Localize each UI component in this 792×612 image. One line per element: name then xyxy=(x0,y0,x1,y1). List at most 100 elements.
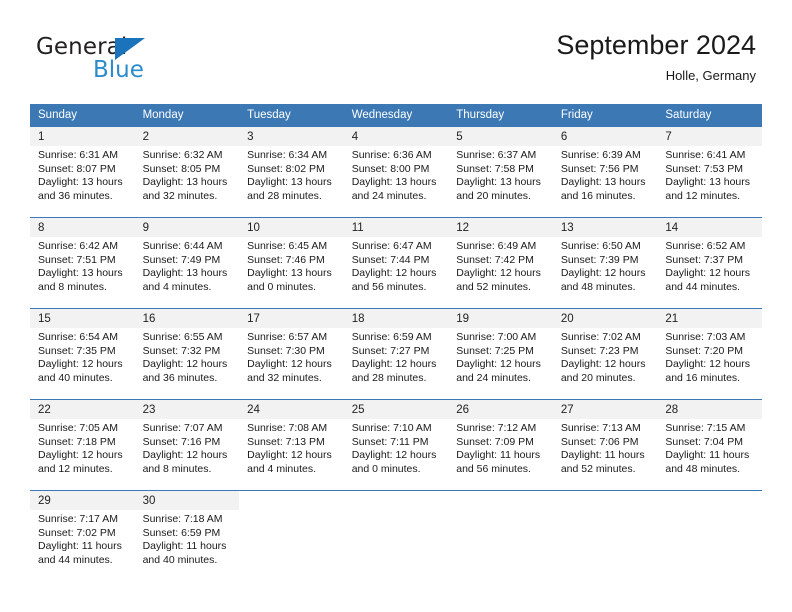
sunset-time: Sunset: 7:11 PM xyxy=(351,435,429,448)
day-details: Sunrise: 6:36 AM Sunset: 8:00 PM Daylight:… xyxy=(344,146,449,203)
calendar-day-cell[interactable]: 15 Sunrise: 6:54 AM Sunset: 7:35 PM Dayligh… xyxy=(30,308,135,400)
daylight-duration-line1: Daylight: 13 hours xyxy=(142,267,228,280)
daylight-duration-line2: and 36 minutes. xyxy=(38,189,113,202)
day-box: 30 Sunrise: 7:18 AM Sunset: 6:59 PM Dayligh… xyxy=(134,491,240,581)
sunrise-time: Sunrise: 6:41 AM xyxy=(665,149,746,161)
calendar-day-cell[interactable]: 11 Sunrise: 6:47 AM Sunset: 7:44 PM Dayligh… xyxy=(343,217,449,309)
sunset-time: Sunset: 7:16 PM xyxy=(142,435,221,448)
calendar-day-cell[interactable]: 30 Sunrise: 7:18 AM Sunset: 6:59 PM Dayligh… xyxy=(134,490,240,581)
day-box: 18 Sunrise: 6:59 AM Sunset: 7:27 PM Dayligh… xyxy=(343,309,449,399)
daylight-duration-line2: and 12 minutes. xyxy=(665,189,741,202)
daylight-duration-line1: Daylight: 12 hours xyxy=(247,358,332,371)
day-details: Sunrise: 6:55 AM Sunset: 7:32 PM Daylight:… xyxy=(135,328,240,385)
daylight-duration-line1: Daylight: 13 hours xyxy=(247,176,332,189)
calendar-day-cell[interactable]: 24 Sunrise: 7:08 AM Sunset: 7:13 PM Dayligh… xyxy=(239,399,344,491)
calendar-day-cell[interactable]: 9 Sunrise: 6:44 AM Sunset: 7:49 PM Daylight… xyxy=(134,217,240,309)
day-box: 10 Sunrise: 6:45 AM Sunset: 7:46 PM Dayligh… xyxy=(239,218,344,308)
day-number: 18 xyxy=(343,309,449,328)
general-blue-logo[interactable]: General Blue xyxy=(36,34,216,86)
calendar-day-cell[interactable]: 25 Sunrise: 7:10 AM Sunset: 7:11 PM Dayligh… xyxy=(343,399,449,491)
day-box: 9 Sunrise: 6:44 AM Sunset: 7:49 PM Daylight… xyxy=(134,218,240,308)
calendar-day-cell[interactable]: 21 Sunrise: 7:03 AM Sunset: 7:20 PM Dayligh… xyxy=(657,308,762,400)
daylight-duration-line1: Daylight: 12 hours xyxy=(456,358,541,371)
daylight-duration-line2: and 48 minutes. xyxy=(665,462,741,475)
calendar-day-cell[interactable]: 26 Sunrise: 7:12 AM Sunset: 7:09 PM Dayligh… xyxy=(448,399,553,491)
daylight-duration-line1: Daylight: 13 hours xyxy=(142,176,228,189)
sunrise-time: Sunrise: 6:42 AM xyxy=(38,240,118,252)
day-details: Sunrise: 6:34 AM Sunset: 8:02 PM Daylight:… xyxy=(239,146,344,203)
calendar-day-cell[interactable]: 16 Sunrise: 6:55 AM Sunset: 7:32 PM Dayligh… xyxy=(134,308,240,400)
day-box xyxy=(657,491,762,581)
calendar-day-cell[interactable]: 4 Sunrise: 6:36 AM Sunset: 8:00 PM Daylight… xyxy=(343,126,449,218)
daylight-duration-line1: Daylight: 12 hours xyxy=(38,449,123,462)
calendar-day-cell[interactable]: 14 Sunrise: 6:52 AM Sunset: 7:37 PM Dayligh… xyxy=(657,217,762,309)
sunset-time: Sunset: 7:51 PM xyxy=(38,253,116,266)
calendar-day-cell[interactable]: 12 Sunrise: 6:49 AM Sunset: 7:42 PM Dayligh… xyxy=(448,217,553,309)
sunset-time: Sunset: 7:27 PM xyxy=(351,344,430,357)
daylight-duration-line1: Daylight: 11 hours xyxy=(142,540,227,553)
daylight-duration-line1: Daylight: 13 hours xyxy=(665,176,751,189)
day-number: 30 xyxy=(134,491,240,510)
calendar-day-cell[interactable]: 28 Sunrise: 7:15 AM Sunset: 7:04 PM Dayligh… xyxy=(657,399,762,491)
day-details: Sunrise: 7:18 AM Sunset: 6:59 PM Daylight:… xyxy=(135,510,240,567)
day-number: 26 xyxy=(448,400,553,419)
calendar-day-cell[interactable]: 6 Sunrise: 6:39 AM Sunset: 7:56 PM Daylight… xyxy=(552,126,658,218)
sunset-time: Sunset: 7:04 PM xyxy=(665,435,744,448)
calendar-day-cell[interactable]: 23 Sunrise: 7:07 AM Sunset: 7:16 PM Dayligh… xyxy=(134,399,240,491)
calendar-day-cell[interactable]: 1 Sunrise: 6:31 AM Sunset: 8:07 PM Daylight… xyxy=(30,126,135,218)
calendar-day-cell[interactable]: 5 Sunrise: 6:37 AM Sunset: 7:58 PM Daylight… xyxy=(448,126,553,218)
day-box xyxy=(239,491,344,581)
calendar-day-cell[interactable]: 19 Sunrise: 7:00 AM Sunset: 7:25 PM Dayligh… xyxy=(448,308,553,400)
calendar-day-cell[interactable]: 8 Sunrise: 6:42 AM Sunset: 7:51 PM Daylight… xyxy=(30,217,135,309)
daylight-duration-line2: and 16 minutes. xyxy=(665,371,741,384)
day-number: 28 xyxy=(657,400,762,419)
calendar-week-row: 29 Sunrise: 7:17 AM Sunset: 7:02 PM Dayligh… xyxy=(30,490,762,581)
calendar-day-cell[interactable]: 3 Sunrise: 6:34 AM Sunset: 8:02 PM Daylight… xyxy=(239,126,344,218)
day-number: 1 xyxy=(30,127,135,146)
day-box: 19 Sunrise: 7:00 AM Sunset: 7:25 PM Dayligh… xyxy=(448,309,553,399)
day-details: Sunrise: 7:15 AM Sunset: 7:04 PM Daylight:… xyxy=(657,419,762,476)
day-number: 2 xyxy=(134,127,240,146)
calendar-day-cell[interactable]: 7 Sunrise: 6:41 AM Sunset: 7:53 PM Daylight… xyxy=(657,126,762,218)
calendar-day-cell[interactable]: 10 Sunrise: 6:45 AM Sunset: 7:46 PM Dayligh… xyxy=(239,217,344,309)
day-details: Sunrise: 6:50 AM Sunset: 7:39 PM Daylight:… xyxy=(553,237,658,294)
calendar-day-cell[interactable]: 17 Sunrise: 6:57 AM Sunset: 7:30 PM Dayligh… xyxy=(239,308,344,400)
day-details: Sunrise: 6:39 AM Sunset: 7:56 PM Daylight:… xyxy=(553,146,658,203)
daylight-duration-line1: Daylight: 13 hours xyxy=(560,176,646,189)
day-details: Sunrise: 7:10 AM Sunset: 7:11 PM Daylight:… xyxy=(344,419,449,476)
sunrise-time: Sunrise: 6:44 AM xyxy=(142,240,223,252)
day-number: 21 xyxy=(657,309,762,328)
daylight-duration-line2: and 44 minutes. xyxy=(38,553,113,566)
calendar-day-cell[interactable]: 18 Sunrise: 6:59 AM Sunset: 7:27 PM Dayligh… xyxy=(343,308,449,400)
sunset-time: Sunset: 7:49 PM xyxy=(142,253,221,266)
sunset-time: Sunset: 7:35 PM xyxy=(38,344,116,357)
page-subtitle-location: Holle, Germany xyxy=(665,68,756,83)
daylight-duration-line1: Daylight: 13 hours xyxy=(456,176,541,189)
day-number: 25 xyxy=(343,400,449,419)
daylight-duration-line1: Daylight: 13 hours xyxy=(38,176,123,189)
daylight-duration-line1: Daylight: 13 hours xyxy=(351,176,437,189)
calendar-day-cell[interactable]: 29 Sunrise: 7:17 AM Sunset: 7:02 PM Dayligh… xyxy=(30,490,135,581)
calendar-grid: Sunday Monday Tuesday Wednesday Thursday… xyxy=(30,104,762,581)
calendar-day-cell[interactable]: 2 Sunrise: 6:32 AM Sunset: 8:05 PM Daylight… xyxy=(134,126,240,218)
day-box xyxy=(343,491,449,581)
sunset-time: Sunset: 7:46 PM xyxy=(247,253,325,266)
calendar-day-cell[interactable]: 27 Sunrise: 7:13 AM Sunset: 7:06 PM Dayligh… xyxy=(552,399,658,491)
day-box: 1 Sunrise: 6:31 AM Sunset: 8:07 PM Daylight… xyxy=(30,127,135,217)
day-details: Sunrise: 7:12 AM Sunset: 7:09 PM Daylight:… xyxy=(448,419,553,476)
day-box xyxy=(552,491,658,581)
calendar-week-row: 22 Sunrise: 7:05 AM Sunset: 7:18 PM Dayligh… xyxy=(30,399,762,491)
day-box: 22 Sunrise: 7:05 AM Sunset: 7:18 PM Dayligh… xyxy=(30,400,135,490)
daylight-duration-line1: Daylight: 12 hours xyxy=(38,358,123,371)
day-number: 12 xyxy=(448,218,553,237)
calendar-day-cell[interactable]: 22 Sunrise: 7:05 AM Sunset: 7:18 PM Dayligh… xyxy=(30,399,135,491)
day-details: Sunrise: 6:49 AM Sunset: 7:42 PM Daylight:… xyxy=(448,237,553,294)
day-details: Sunrise: 7:07 AM Sunset: 7:16 PM Daylight:… xyxy=(135,419,240,476)
calendar-day-cell[interactable]: 13 Sunrise: 6:50 AM Sunset: 7:39 PM Dayligh… xyxy=(552,217,658,309)
daylight-duration-line1: Daylight: 11 hours xyxy=(665,449,750,462)
sunset-time: Sunset: 7:58 PM xyxy=(456,162,534,175)
page-title: September 2024 xyxy=(556,30,756,60)
sunrise-time: Sunrise: 7:17 AM xyxy=(38,513,118,525)
calendar-day-cell[interactable]: 20 Sunrise: 7:02 AM Sunset: 7:23 PM Dayligh… xyxy=(552,308,658,400)
sunset-time: Sunset: 7:23 PM xyxy=(560,344,639,357)
